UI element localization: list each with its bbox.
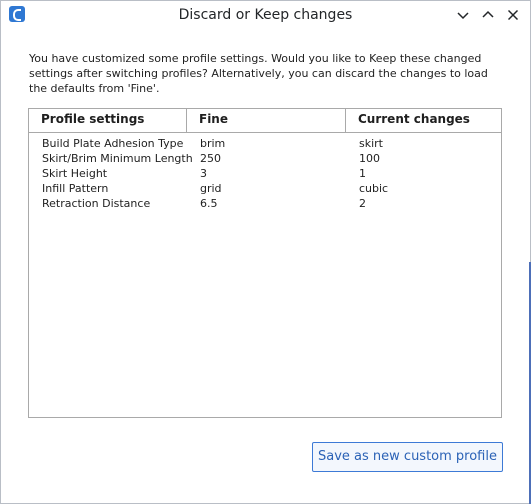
save-custom-profile-button[interactable]: Save as new custom profile <box>312 442 503 472</box>
chevron-down-icon[interactable] <box>455 7 471 23</box>
close-icon[interactable] <box>505 7 521 23</box>
table-row: Build Plate Adhesion Type brim skirt <box>29 136 501 151</box>
table-row: Skirt Height 3 1 <box>29 166 501 181</box>
current-value: 2 <box>359 197 366 210</box>
dialog-content: You have customized some profile setting… <box>1 29 530 503</box>
settings-table: Profile settings Fine Current changes Bu… <box>28 108 502 418</box>
setting-name: Skirt/Brim Minimum Length <box>42 152 193 165</box>
table-header: Profile settings Fine Current changes <box>29 109 501 133</box>
current-value: skirt <box>359 137 383 150</box>
setting-name: Skirt Height <box>42 167 108 180</box>
column-header-fine[interactable]: Fine <box>187 109 346 133</box>
dialog-window: Discard or Keep changes You have customi… <box>0 0 531 504</box>
fine-value: brim <box>200 137 226 150</box>
setting-name: Retraction Distance <box>42 197 151 210</box>
fine-value: grid <box>200 182 222 195</box>
current-value: 100 <box>359 152 380 165</box>
window-title: Discard or Keep changes <box>178 7 353 23</box>
fine-value: 250 <box>200 152 221 165</box>
setting-name: Infill Pattern <box>42 182 109 195</box>
current-value: 1 <box>359 167 366 180</box>
chevron-up-icon[interactable] <box>480 7 496 23</box>
table-row: Infill Pattern grid cubic <box>29 181 501 196</box>
fine-value: 6.5 <box>200 197 218 210</box>
column-header-current-changes[interactable]: Current changes <box>346 109 501 133</box>
table-row: Retraction Distance 6.5 2 <box>29 196 501 211</box>
fine-value: 3 <box>200 167 207 180</box>
title-bar[interactable]: Discard or Keep changes <box>1 1 530 30</box>
table-row: Skirt/Brim Minimum Length 250 100 <box>29 151 501 166</box>
current-value: cubic <box>359 182 389 195</box>
dialog-message: You have customized some profile setting… <box>29 52 488 95</box>
table-body: Build Plate Adhesion Type brim skirt Ski… <box>29 136 501 211</box>
setting-name: Build Plate Adhesion Type <box>42 137 184 150</box>
column-header-profile-settings[interactable]: Profile settings <box>29 109 187 133</box>
